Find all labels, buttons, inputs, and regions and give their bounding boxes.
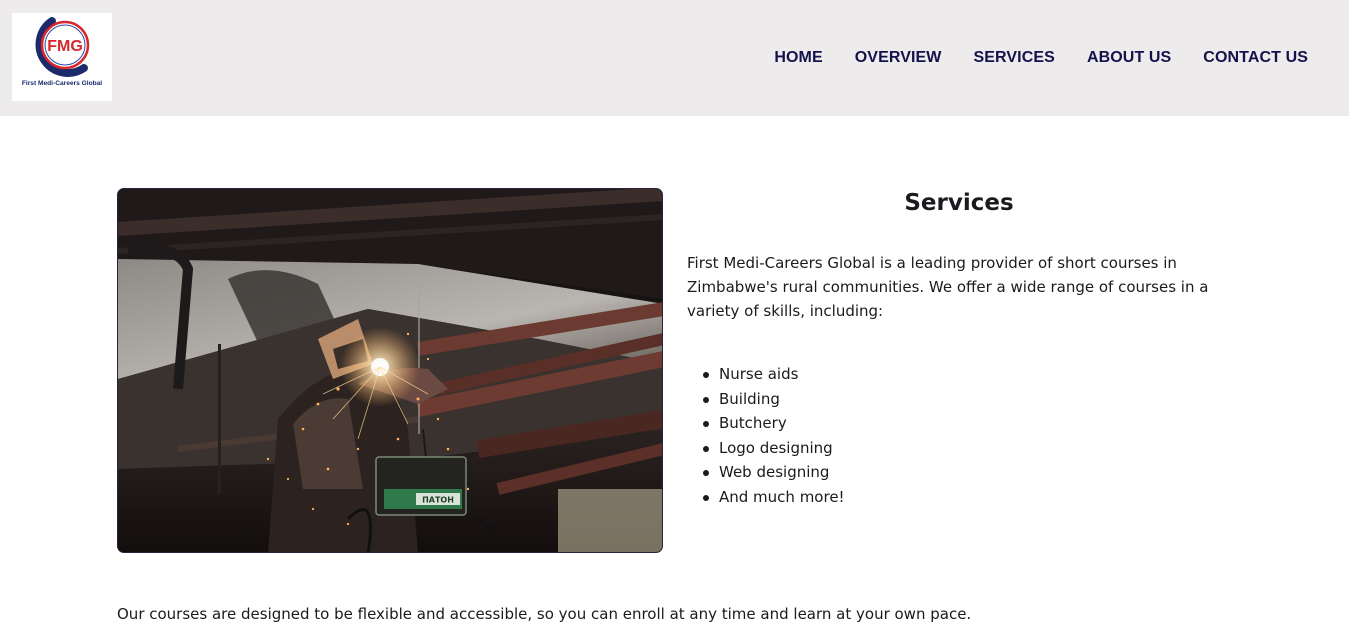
- welder-photo: ПАТОН: [117, 188, 663, 553]
- bullet-icon: [703, 421, 709, 428]
- skill-label: Web designing: [719, 463, 830, 482]
- site-header: FMG First Medi-Careers Global HOME OVERV…: [0, 0, 1349, 116]
- bullet-icon: [703, 445, 709, 452]
- nav-about-us[interactable]: ABOUT US: [1087, 49, 1171, 67]
- skill-label: Building: [719, 389, 780, 408]
- welding-machine-label: ПАТОН: [422, 496, 454, 505]
- main-nav: HOME OVERVIEW SERVICES ABOUT US CONTACT …: [774, 49, 1308, 67]
- skill-label: And much more!: [719, 487, 845, 506]
- nav-services[interactable]: SERVICES: [974, 49, 1055, 67]
- courses-note: Our courses are designed to be flexible …: [117, 605, 972, 623]
- site-logo[interactable]: FMG First Medi-Careers Global: [12, 13, 112, 101]
- list-item: Nurse aids: [703, 362, 845, 387]
- nav-overview[interactable]: OVERVIEW: [855, 49, 942, 67]
- logo-caption: First Medi-Careers Global: [21, 80, 103, 87]
- logo-initials: FMG: [47, 38, 83, 55]
- bullet-icon: [703, 494, 709, 501]
- services-intro: First Medi-Careers Global is a leading p…: [687, 254, 1209, 320]
- skill-label: Butchery: [719, 414, 787, 433]
- bullet-icon: [703, 470, 709, 477]
- list-item: And much more!: [703, 485, 845, 510]
- page-title: Services: [904, 190, 1014, 216]
- bullet-icon: [703, 372, 709, 378]
- list-item: Butchery: [703, 411, 845, 436]
- nav-home[interactable]: HOME: [774, 49, 822, 67]
- list-item: Web designing: [703, 460, 845, 485]
- bullet-icon: [703, 396, 709, 403]
- fmg-logo-mark: FMG: [35, 17, 90, 77]
- list-item: Logo designing: [703, 436, 845, 461]
- skill-label: Nurse aids: [719, 365, 799, 383]
- skills-list: Nurse aids Building Butchery Logo design…: [703, 362, 845, 510]
- list-item: Building: [703, 387, 845, 412]
- skill-label: Logo designing: [719, 438, 833, 457]
- nav-contact-us[interactable]: CONTACT US: [1203, 49, 1308, 67]
